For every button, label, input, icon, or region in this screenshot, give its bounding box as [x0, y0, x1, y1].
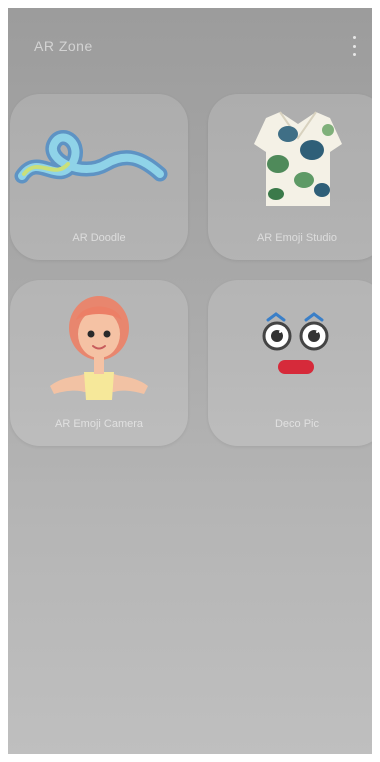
doodle-icon — [14, 130, 168, 184]
more-options-icon[interactable] — [348, 36, 360, 56]
deco-pic-card[interactable]: Deco Pic — [208, 280, 372, 446]
ar-doodle-label: AR Doodle — [72, 232, 126, 244]
deco-pic-icon — [262, 312, 329, 374]
ar-emoji-studio-card[interactable]: AR Emoji Studio — [208, 94, 372, 260]
ar-zone-screen: AR Zone AR Doodle AR Emoji Studio AR Emo… — [8, 8, 372, 754]
ar-emoji-studio-label: AR Emoji Studio — [256, 232, 338, 244]
top-bar: AR Zone — [8, 8, 372, 78]
app-title: AR Zone — [34, 38, 93, 54]
ar-emoji-camera-label: AR Emoji Camera — [54, 418, 144, 430]
ar-doodle-card[interactable]: AR Doodle — [10, 94, 188, 260]
emoji-camera-icon — [50, 296, 148, 400]
emoji-studio-icon — [254, 111, 342, 206]
deco-pic-label: Deco Pic — [274, 418, 320, 430]
ar-emoji-camera-card[interactable]: AR Emoji Camera — [10, 280, 188, 446]
